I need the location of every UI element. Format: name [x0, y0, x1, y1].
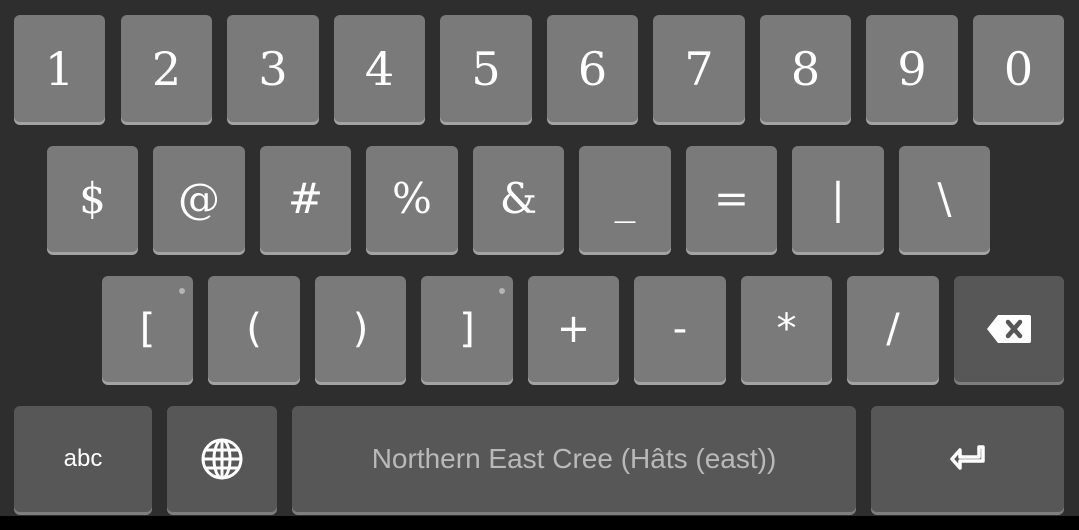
key-label: @ [178, 174, 220, 223]
key-6[interactable]: 6 [547, 15, 638, 122]
key-label: \ [937, 174, 952, 223]
key-minus[interactable]: - [634, 276, 726, 382]
key-0[interactable]: 0 [973, 15, 1064, 122]
key-label: $ [79, 174, 106, 223]
key-percent[interactable]: % [366, 146, 458, 252]
key-label: | [830, 174, 846, 223]
key-label: 6 [577, 41, 608, 96]
key-5[interactable]: 5 [440, 15, 532, 122]
key-label: _ [614, 174, 636, 223]
key-label: 1 [44, 41, 75, 96]
key-label: % [392, 174, 432, 223]
key-equals[interactable]: = [686, 146, 777, 252]
key-right-paren[interactable]: ) [315, 276, 406, 382]
key-1[interactable]: 1 [14, 15, 105, 122]
key-2[interactable]: 2 [121, 15, 212, 122]
key-label: [ [139, 306, 156, 352]
key-7[interactable]: 7 [653, 15, 745, 122]
more-keys-indicator [499, 288, 505, 294]
key-label: * [776, 306, 797, 352]
key-underscore[interactable]: _ [579, 146, 671, 252]
key-label: ( [246, 306, 262, 352]
abc-label: abc [63, 445, 103, 472]
key-label: 3 [258, 41, 288, 96]
key-3[interactable]: 3 [227, 15, 319, 122]
key-label: 2 [151, 41, 182, 96]
key-label: + [556, 306, 591, 352]
abc-mode-key[interactable]: abc [14, 406, 152, 512]
key-asterisk[interactable]: * [741, 276, 832, 382]
key-label: 8 [790, 41, 821, 96]
key-label: / [886, 306, 900, 352]
key-label: 7 [684, 41, 714, 96]
symbols-keyboard: 1 2 3 4 5 6 7 8 9 0 $ @ # % & _ = | \ [ … [0, 0, 1079, 516]
key-label: - [672, 306, 688, 352]
key-8[interactable]: 8 [760, 15, 851, 122]
key-slash[interactable]: / [847, 276, 939, 382]
key-left-paren[interactable]: ( [208, 276, 300, 382]
globe-icon [200, 437, 244, 481]
enter-icon [949, 444, 986, 474]
key-plus[interactable]: + [528, 276, 619, 382]
more-keys-indicator [179, 288, 185, 294]
key-4[interactable]: 4 [334, 15, 425, 122]
backspace-key[interactable] [954, 276, 1064, 382]
key-label: = [713, 174, 750, 223]
language-switch-key[interactable] [167, 406, 277, 512]
key-label: # [287, 174, 324, 223]
key-label: ) [352, 306, 369, 352]
backspace-icon [986, 314, 1032, 344]
key-label: 4 [364, 41, 395, 96]
key-right-bracket[interactable]: ] [421, 276, 513, 382]
key-backslash[interactable]: \ [899, 146, 990, 252]
spacebar[interactable]: Northern East Cree (Hâts (east)) [292, 406, 856, 512]
key-at[interactable]: @ [153, 146, 245, 252]
key-9[interactable]: 9 [866, 15, 958, 122]
key-hash[interactable]: # [260, 146, 351, 252]
key-left-bracket[interactable]: [ [102, 276, 193, 382]
key-dollar[interactable]: $ [47, 146, 138, 252]
spacebar-language-label: Northern East Cree (Hâts (east)) [371, 443, 777, 474]
key-pipe[interactable]: | [792, 146, 884, 252]
key-label: 9 [897, 41, 927, 96]
key-label: & [499, 174, 538, 223]
key-ampersand[interactable]: & [473, 146, 564, 252]
key-label: 5 [471, 41, 501, 96]
enter-key[interactable] [871, 406, 1064, 512]
key-label: ] [459, 306, 475, 352]
key-label: 0 [1003, 41, 1034, 96]
